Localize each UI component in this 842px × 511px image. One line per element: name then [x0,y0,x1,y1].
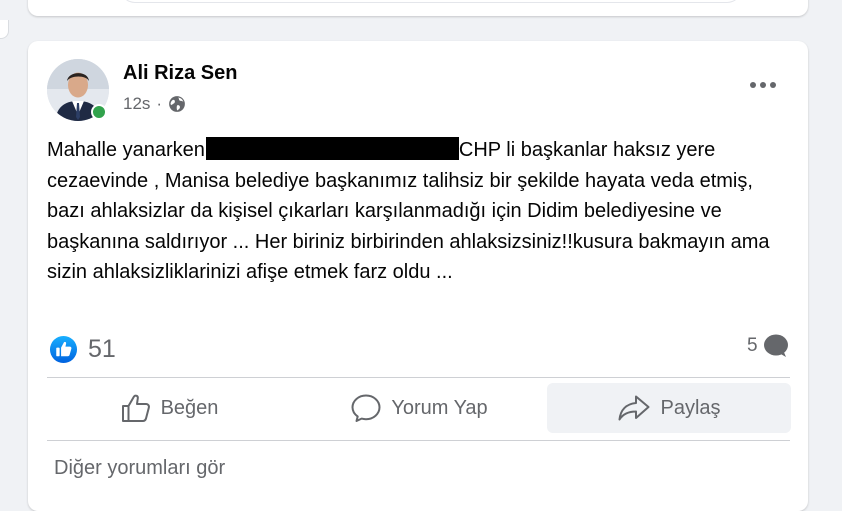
comment-button[interactable]: Yorum Yap [297,383,541,433]
left-panel-edge [0,20,9,39]
redaction-bar [205,137,459,160]
comment-label: Yorum Yap [391,396,488,419]
view-more-comments-link[interactable]: Diğer yorumları gör [54,457,225,480]
post-card: Ali Riza Sen 12s · Mahalle yanarken CHP l… [28,41,808,511]
post-text: Mahalle yanarken CHP li başkanlar haksız … [47,135,787,288]
reaction-count: 51 [88,335,116,363]
share-arrow-icon [618,395,650,421]
post-meta: 12s · [123,94,186,114]
speech-bubble-icon [351,394,381,422]
comment-count-link[interactable]: 5 [747,334,789,358]
avatar-wrapper[interactable] [47,59,109,121]
more-options-button[interactable] [743,75,783,95]
meta-separator: · [156,94,163,113]
share-label: Paylaş [660,396,721,419]
divider [47,440,790,441]
post-time[interactable]: 12s [123,94,150,114]
reactions-summary[interactable]: 51 [49,335,116,364]
like-button[interactable]: Beğen [47,383,291,433]
comment-bubble-icon [763,334,788,357]
share-button[interactable]: Paylaş [547,383,791,433]
previous-post-card [28,0,808,16]
globe-icon[interactable] [168,95,186,113]
more-options-icon [750,82,776,88]
online-status-indicator [91,104,107,120]
action-bar: Beğen Yorum Yap Paylaş [47,383,791,433]
post-text-start: Mahalle yanarken [47,139,205,161]
like-reaction-icon [49,335,78,364]
author-name[interactable]: Ali Riza Sen [123,62,237,85]
thumbs-up-icon [121,394,150,422]
like-label: Beğen [160,396,219,419]
previous-comment-box [120,0,742,3]
divider [47,377,790,378]
comment-count: 5 [747,335,758,356]
